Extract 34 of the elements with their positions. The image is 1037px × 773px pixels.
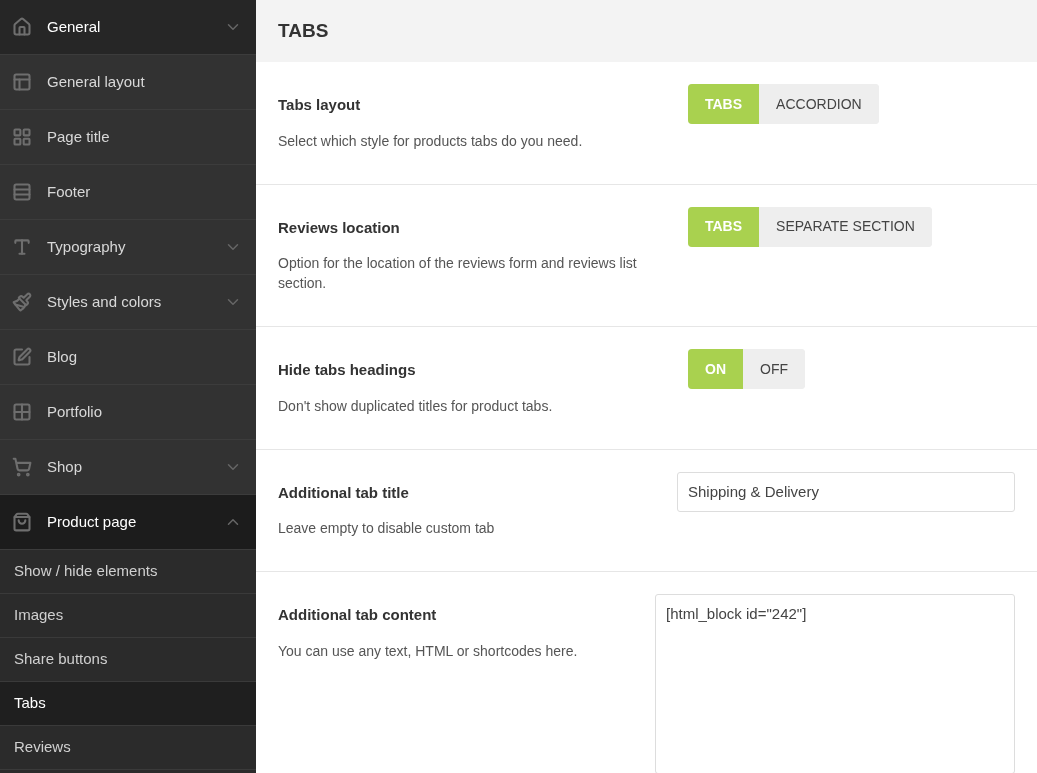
setting-description: Leave empty to disable custom tab	[278, 519, 496, 538]
sidebar-item[interactable]: Blog	[0, 330, 256, 385]
sidebar-item[interactable]: Page title	[0, 110, 256, 165]
letter-icon	[12, 237, 32, 257]
setting-description: Option for the location of the reviews form and reviews list section.	[278, 254, 638, 293]
bag-icon	[12, 512, 32, 532]
sidebar-item[interactable]: Portfolio	[0, 385, 256, 440]
sidebar-item[interactable]: Shop	[0, 440, 256, 495]
section-title: TABS	[278, 18, 329, 43]
text-field[interactable]: Shipping & Delivery	[677, 471, 1015, 512]
sidebar-item[interactable]: General layout	[0, 55, 256, 110]
sidebar-subitem[interactable]: Tabs	[0, 682, 256, 726]
footer-icon	[12, 182, 32, 202]
setting-title: Tabs layout	[278, 95, 362, 115]
grid-icon	[12, 402, 32, 422]
setting-description: Select which style for products tabs do you need.	[278, 131, 584, 151]
sidebar-item[interactable]: Product page	[0, 495, 256, 550]
setting-title: Hide tabs headings	[278, 360, 417, 380]
setting-title: Reviews location	[278, 217, 401, 238]
edit-icon	[12, 347, 32, 367]
sidebar-item[interactable]: General	[0, 0, 256, 55]
layout-icon	[12, 72, 32, 92]
brush-icon	[12, 292, 32, 312]
setting-description: You can use any text, HTML or shortcodes here.	[278, 641, 579, 661]
setting-description: Don't show duplicated titles for product tabs.	[278, 396, 554, 416]
grid-icon	[12, 127, 32, 147]
sidebar-item[interactable]: Typography	[0, 220, 256, 275]
setting-title: Additional tab title	[278, 482, 410, 503]
setting-title: Additional tab content	[278, 605, 438, 625]
sidebar-item[interactable]: Styles and colors	[0, 275, 256, 330]
textarea-field[interactable]: [html_block id="242"]	[655, 594, 1015, 773]
cart-icon	[12, 457, 32, 477]
sidebar-item[interactable]: Footer	[0, 165, 256, 220]
home-icon	[12, 17, 32, 37]
